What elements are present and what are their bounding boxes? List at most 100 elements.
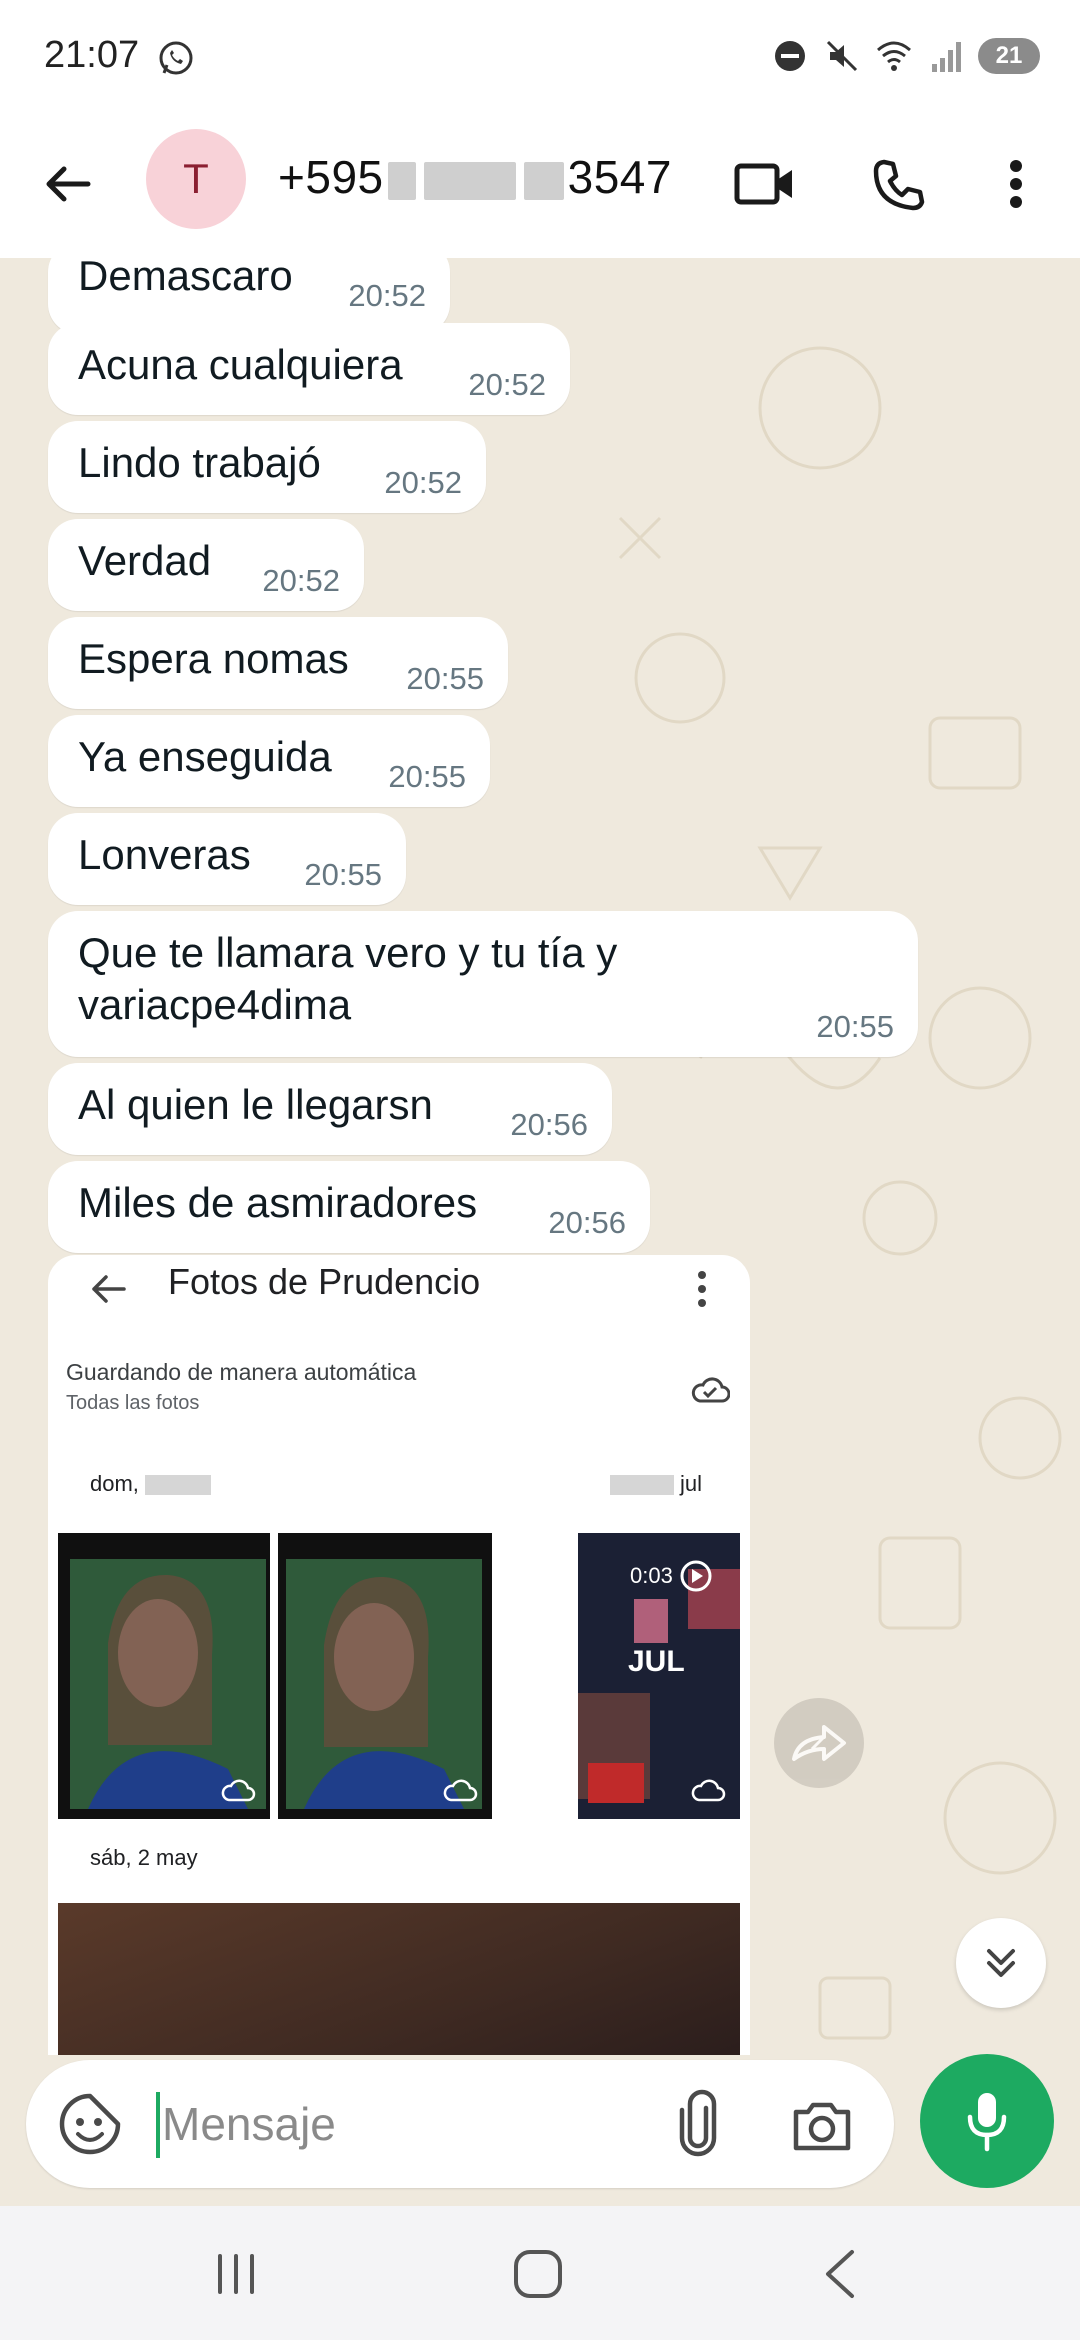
status-icons: 21 [770,34,1040,78]
video-duration-badge: 0:03 [630,1559,713,1593]
photo-thumbnail [58,1533,270,1819]
mute-icon [826,40,858,72]
chat-area[interactable]: Demascaro 20:52 Acuna cualquiera 20:52 L… [0,258,1080,2206]
microphone-icon [967,2093,1007,2152]
contact-avatar[interactable]: T [146,129,246,229]
message-time: 20:52 [262,563,340,598]
message-time: 20:55 [388,759,466,794]
system-navigation-bar [0,2206,1080,2340]
home-icon [514,2250,562,2298]
do-not-disturb-icon [775,41,805,71]
whatsapp-icon [159,41,193,75]
message-text: Demascaro [78,258,293,299]
date-suffix: jul [680,1471,703,1496]
cloud-check-icon [221,1779,256,1802]
voice-call-button[interactable] [858,144,938,224]
message-composer [26,2060,894,2188]
message-text: Que te llamara vero y tu tía y [78,929,618,976]
message-text: Lonveras [78,831,251,878]
more-vert-icon [698,1271,706,1307]
message-text: Verdad [78,537,212,584]
attach-icon[interactable] [662,2088,734,2160]
backup-status: Guardando de manera automática [66,1359,417,1385]
message-bubble[interactable]: Miles de asmiradores 20:56 [48,1161,650,1253]
wifi-icon [877,41,911,71]
photo-thumbnail [278,1533,492,1819]
recents-button[interactable] [196,2242,276,2306]
message-bubble[interactable]: Ya enseguida 20:55 [48,715,490,807]
play-icon [680,1560,712,1592]
contact-suffix: 3547 [567,151,672,203]
video-label: JUL [628,1645,685,1678]
back-chevron-icon [826,2250,854,2298]
message-text: Acuna cualquiera [78,341,403,388]
message-bubble[interactable]: Verdad 20:52 [48,519,364,611]
message-bubble[interactable]: Lindo trabajó 20:52 [48,421,486,513]
image-message[interactable]: Fotos de Prudencio Guardando de manera a… [48,1255,750,2055]
message-text: Espera nomas [78,635,349,682]
message-bubble[interactable]: Al quien le llegarsn 20:56 [48,1063,612,1155]
video-call-icon [734,163,792,205]
date-header: sáb, 2 may [90,1845,198,1870]
contact-prefix: +595 [278,151,384,203]
signal-icon [932,42,961,72]
scroll-to-bottom-button[interactable] [956,1918,1046,2008]
date-header: dom, [90,1471,211,1497]
redacted-digits [423,161,516,200]
message-bubble[interactable]: Espera nomas 20:55 [48,617,508,709]
forward-icon [792,1725,846,1761]
back-arrow-icon [46,166,91,202]
message-time: 20:52 [468,367,546,402]
status-time: 21:07 [44,34,140,76]
video-call-button[interactable] [722,144,808,224]
message-time: 20:55 [304,857,382,892]
voice-message-button[interactable] [920,2054,1054,2188]
more-vert-icon [1010,160,1022,208]
date-prefix: dom, [90,1471,139,1496]
more-options-button[interactable] [986,144,1046,224]
cloud-check-icon [691,1377,730,1403]
back-nav-button[interactable] [800,2242,880,2306]
chat-header: T +595 3547 [0,110,1080,258]
message-time: 20:52 [384,465,462,500]
message-text: Miles de asmiradores [78,1179,478,1226]
message-bubble[interactable]: Lonveras 20:55 [48,813,406,905]
recents-icon [218,2254,254,2294]
status-bar: 21:07 21 [0,0,1080,110]
message-text: Lindo trabajó [78,439,321,486]
avatar-letter: T [183,155,209,202]
message-time: 20:56 [548,1205,626,1240]
phone-icon [873,159,925,211]
battery-level: 21 [995,42,1023,69]
date-header: jul [610,1471,702,1497]
double-chevron-down-icon [987,1949,1015,1977]
home-button[interactable] [498,2242,578,2306]
sticker-emoji-icon[interactable] [56,2090,124,2158]
message-bubble[interactable]: Que te llamara vero y tu tía y variacpe4… [48,911,918,1057]
cloud-check-icon [443,1779,478,1802]
backup-subtitle: Todas las fotos [66,1392,200,1414]
message-time: 20:52 [348,278,426,313]
redacted-date [144,1475,211,1496]
message-input[interactable] [162,2080,662,2168]
message-bubble[interactable]: Acuna cualquiera 20:52 [48,323,570,415]
redacted-date [610,1475,674,1496]
video-duration: 0:03 [630,1563,673,1588]
message-text-line2: variacpe4dima [78,981,352,1028]
contact-name[interactable]: +595 3547 [278,150,672,204]
redacted-digits [387,161,416,200]
battery-icon: 21 [978,38,1040,74]
message-time: 20:56 [510,1107,588,1142]
cloud-check-icon [691,1779,726,1802]
photo-thumbnail [58,1903,740,2055]
camera-icon[interactable] [786,2090,858,2162]
message-text: Ya enseguida [78,733,332,780]
message-time: 20:55 [406,661,484,696]
message-text: Al quien le llegarsn [78,1081,433,1128]
back-arrow-icon [92,1275,126,1303]
message-time: 20:55 [816,1009,894,1044]
album-title: Fotos de Prudencio [168,1261,481,1302]
back-button[interactable] [28,144,108,224]
forward-button[interactable] [774,1698,864,1788]
text-caret [156,2092,160,2158]
